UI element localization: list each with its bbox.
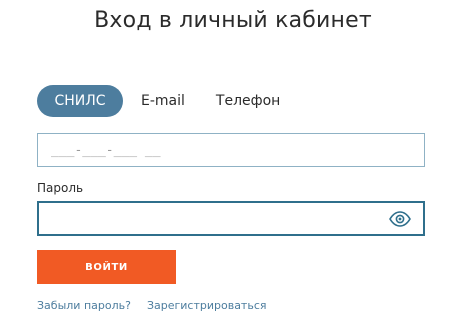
eye-icon[interactable] [389, 211, 411, 227]
tab-phone[interactable]: Телефон [216, 85, 280, 117]
tab-email[interactable]: E-mail [141, 85, 185, 117]
register-link[interactable]: Зарегистрироваться [147, 299, 267, 312]
tab-snils[interactable]: СНИЛС [37, 85, 123, 117]
auth-links: Забыли пароль? Зарегистрироваться [37, 299, 267, 312]
forgot-password-link[interactable]: Забыли пароль? [37, 299, 131, 312]
login-button[interactable]: ВОЙТИ [37, 250, 176, 284]
password-label: Пароль [37, 181, 84, 195]
snils-input[interactable] [38, 134, 424, 166]
password-input[interactable] [39, 203, 379, 234]
password-field [37, 201, 425, 236]
login-method-tabs: СНИЛС E-mail Телефон [37, 85, 280, 117]
page-title: Вход в личный кабинет [94, 8, 372, 33]
snils-field [37, 133, 425, 167]
